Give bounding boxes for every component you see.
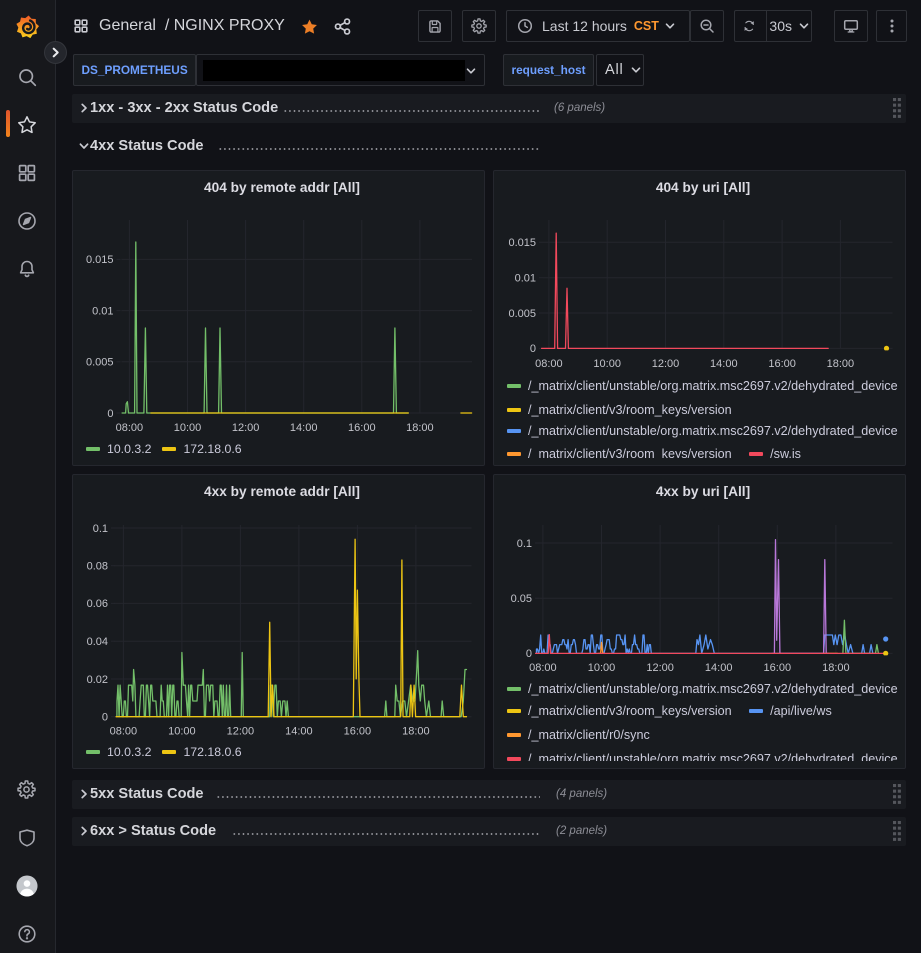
svg-text:4xx by remote addr [All]: 4xx by remote addr [All] (204, 484, 360, 499)
svg-text:0.015: 0.015 (86, 254, 114, 266)
svg-text:10:00: 10:00 (174, 422, 202, 434)
svg-text:404 by remote addr [All]: 404 by remote addr [All] (204, 180, 360, 195)
svg-text:16:00: 16:00 (348, 422, 376, 434)
svg-text:0: 0 (107, 408, 113, 420)
svg-text:0.02: 0.02 (87, 674, 108, 686)
svg-text:08:00: 08:00 (116, 422, 144, 434)
svg-text:12:00: 12:00 (232, 422, 260, 434)
svg-text:0.005: 0.005 (86, 357, 114, 369)
svg-text:16:00: 16:00 (344, 726, 372, 738)
svg-text:18:00: 18:00 (406, 422, 434, 434)
svg-text:12:00: 12:00 (227, 726, 255, 738)
svg-text:0.06: 0.06 (87, 598, 108, 610)
svg-text:10:00: 10:00 (168, 726, 196, 738)
svg-text:0.08: 0.08 (87, 561, 108, 573)
svg-text:0.01: 0.01 (92, 305, 113, 317)
svg-text:0.04: 0.04 (87, 636, 108, 648)
svg-text:08:00: 08:00 (110, 726, 138, 738)
svg-text:14:00: 14:00 (285, 726, 313, 738)
svg-text:18:00: 18:00 (402, 726, 430, 738)
svg-text:14:00: 14:00 (290, 422, 318, 434)
svg-text:0.1: 0.1 (93, 523, 108, 535)
svg-text:0: 0 (102, 712, 108, 724)
